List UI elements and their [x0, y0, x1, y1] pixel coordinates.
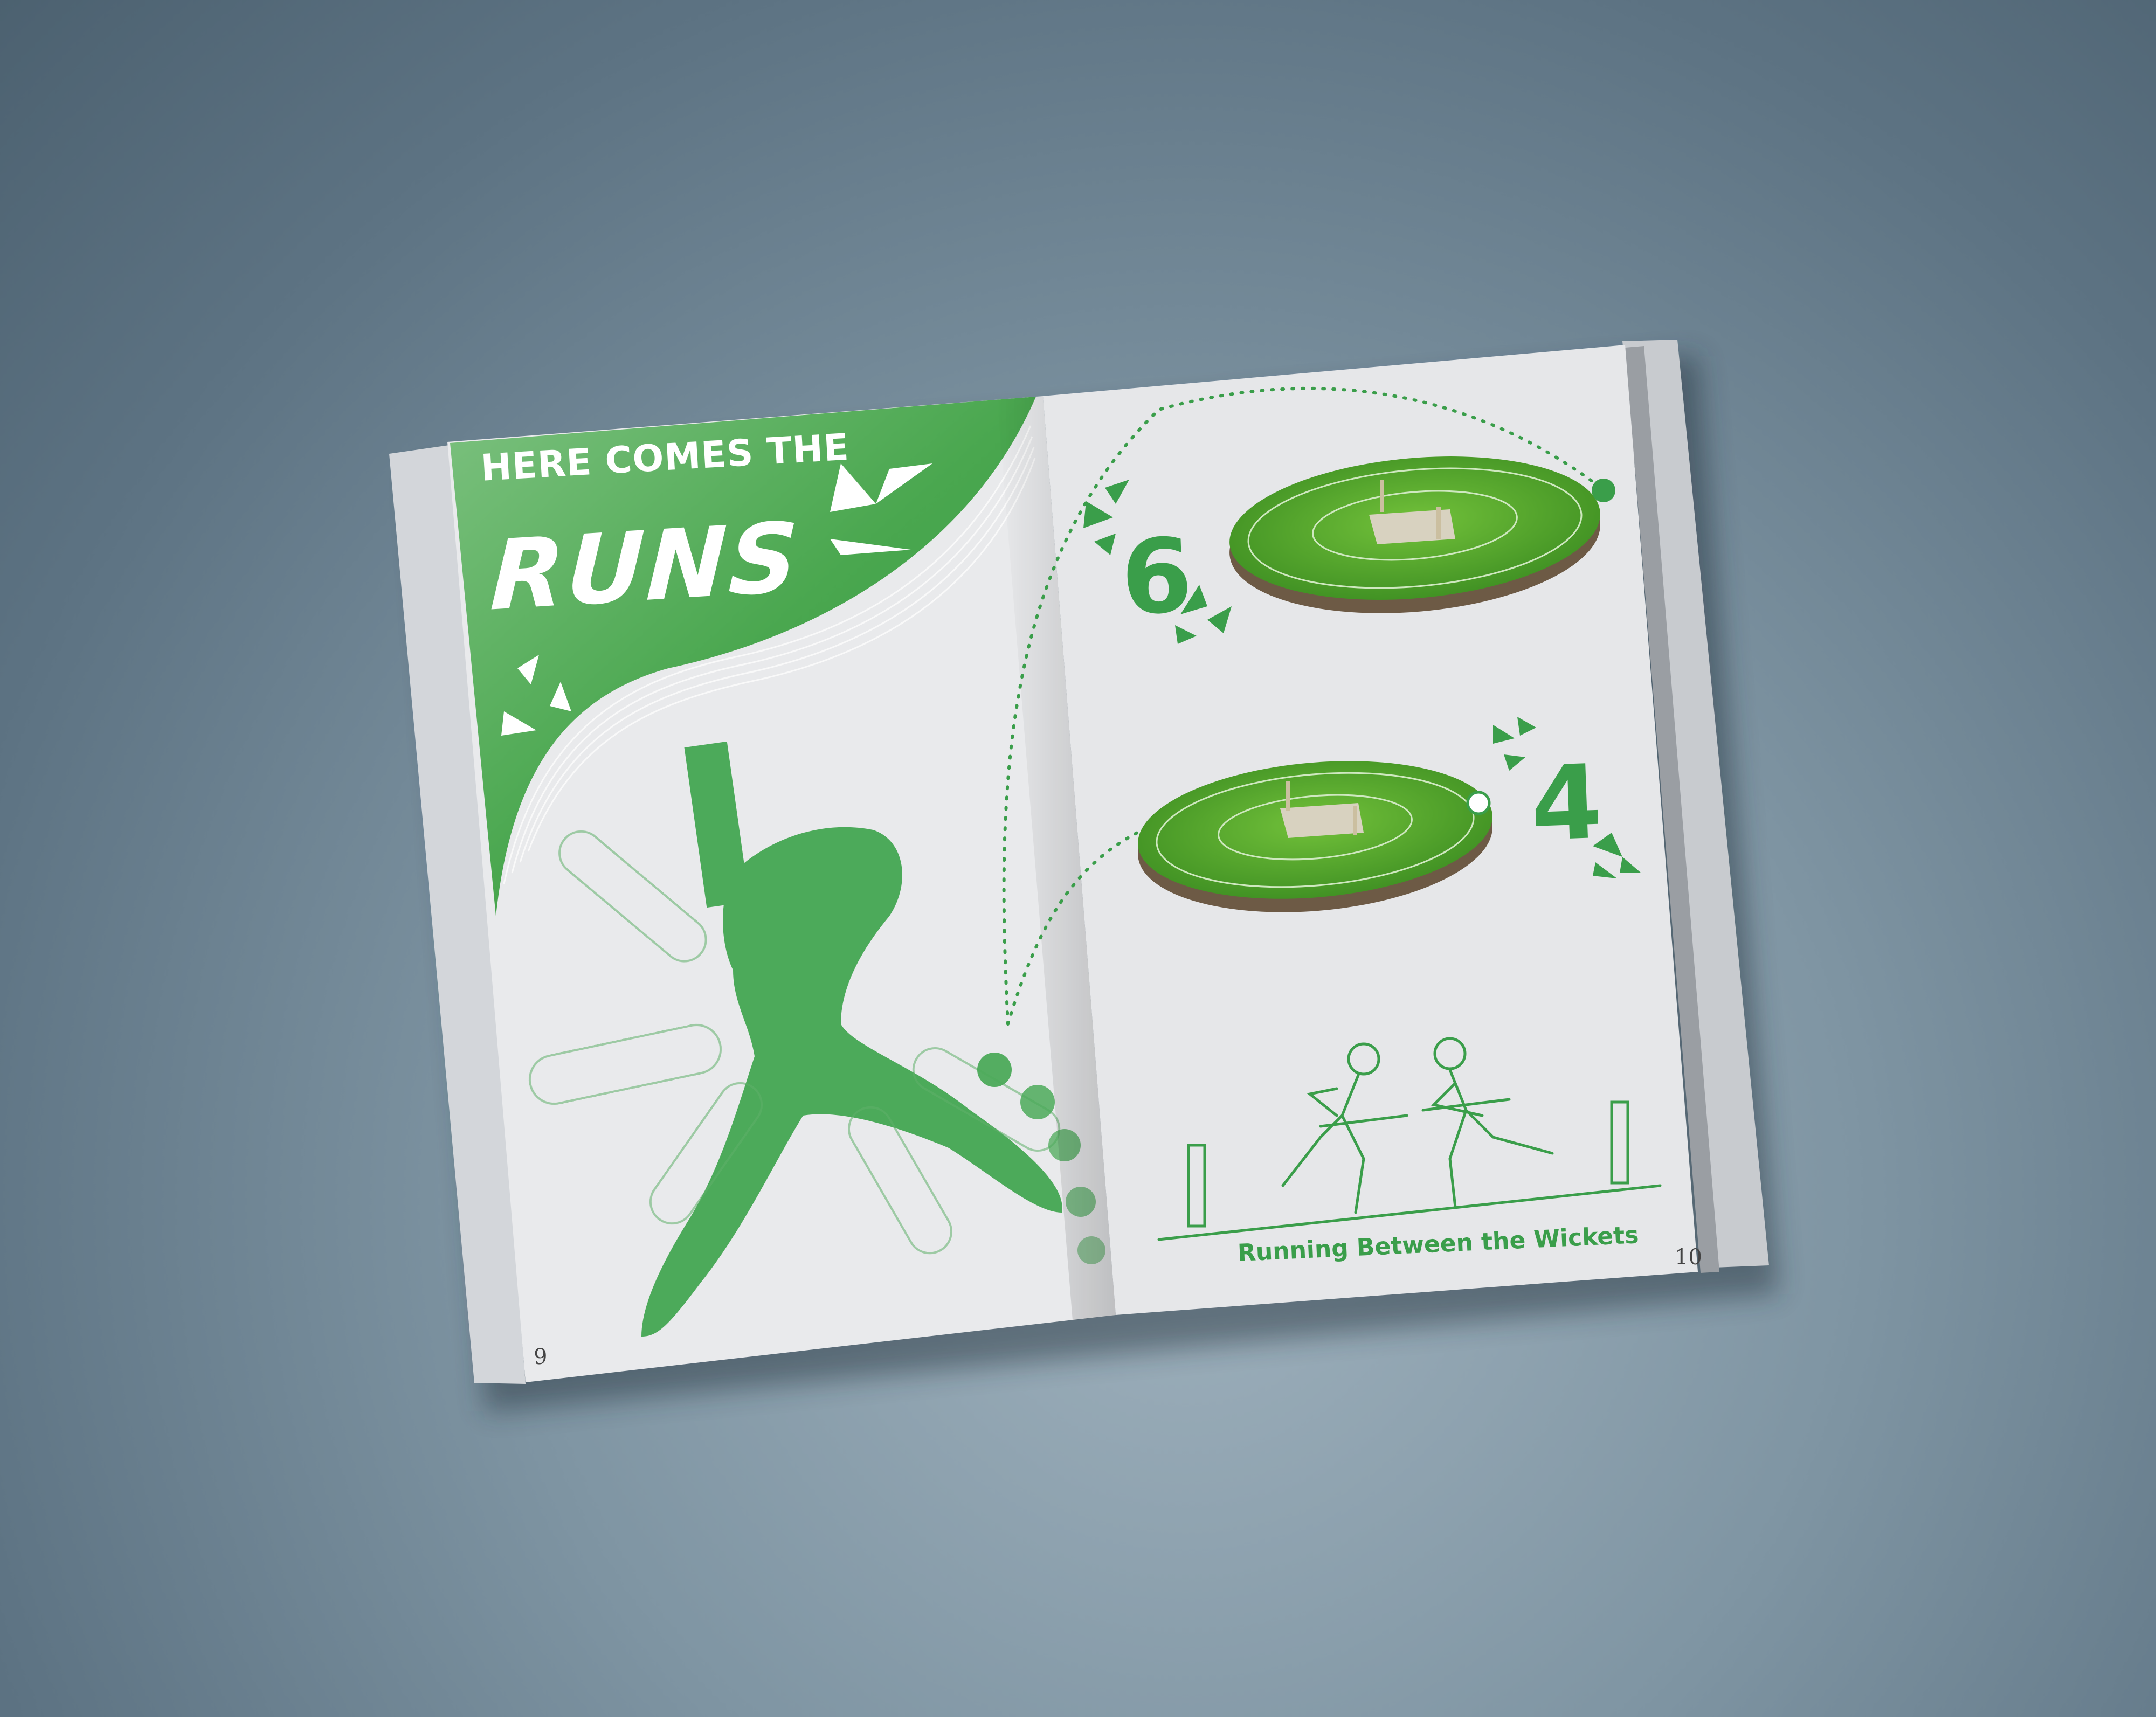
four-runs-label: 4	[1529, 742, 1605, 864]
right-page-number: 10	[1675, 1245, 1702, 1270]
book-mockup-scene	[389, 340, 1779, 1412]
ball-four	[1466, 791, 1491, 815]
left-page-number: 9	[534, 1345, 548, 1369]
heading-runs: RUNS	[488, 501, 803, 632]
ball-six	[1592, 479, 1615, 502]
six-runs-label: 6	[1119, 516, 1195, 638]
